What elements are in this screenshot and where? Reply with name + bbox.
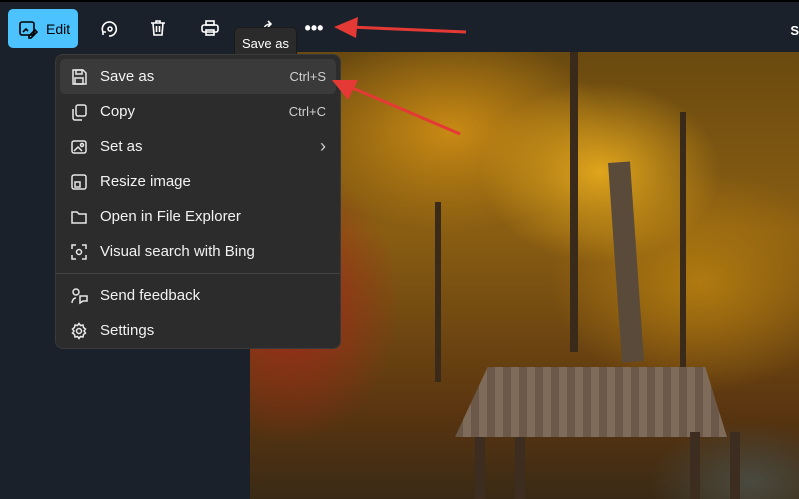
resize-icon [71,173,87,190]
edit-image-icon [19,20,38,39]
menu-item-send-feedback[interactable]: Send feedback [60,278,336,313]
folder-icon [71,210,87,224]
rotate-icon [101,21,118,37]
menu-item-settings[interactable]: Settings [60,313,336,348]
toolbar: Edit ••• S [0,0,799,52]
gear-icon [71,321,87,340]
rotate-button[interactable] [97,16,121,40]
more-options-menu: Save as Ctrl+S Copy Ctrl+C Set as › Resize … [55,54,341,349]
more-options-button[interactable]: ••• [302,16,326,40]
truncated-label: S [790,23,799,38]
menu-item-set-as[interactable]: Set as › [60,129,336,164]
chevron-right-icon: › [320,136,326,156]
menu-item-visual-search[interactable]: Visual search with Bing [60,234,336,269]
delete-button[interactable] [146,16,170,40]
menu-item-save-as[interactable]: Save as Ctrl+S [60,59,336,94]
trash-icon [151,20,165,36]
set-as-icon [71,139,87,154]
copy-icon [72,103,87,121]
print-button[interactable] [198,16,222,40]
menu-item-resize-image[interactable]: Resize image [60,164,336,199]
menu-divider [56,273,340,274]
menu-item-copy[interactable]: Copy Ctrl+C [60,94,336,129]
visual-search-icon [71,243,87,260]
edit-label: Edit [46,20,71,37]
more-dots-icon: ••• [304,17,324,38]
printer-icon [201,20,219,36]
save-icon [72,68,87,85]
feedback-icon [71,287,88,304]
edit-button[interactable]: Edit [8,9,78,48]
menu-item-open-in-file-explorer[interactable]: Open in File Explorer [60,199,336,234]
